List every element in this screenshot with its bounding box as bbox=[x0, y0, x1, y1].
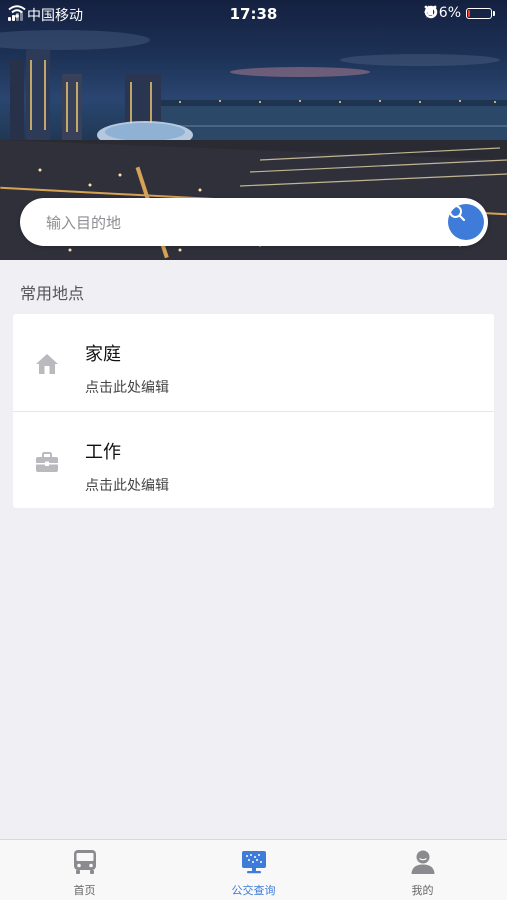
status-bar: 中国移动 17:38 6% bbox=[0, 0, 507, 28]
battery-level bbox=[468, 9, 470, 17]
place-name: 家庭 bbox=[85, 344, 121, 365]
tab-mine[interactable]: 我的 bbox=[338, 840, 507, 900]
tab-home[interactable]: 首页 bbox=[0, 840, 169, 900]
frequent-places-title: 常用地点 bbox=[20, 284, 85, 303]
home-icon bbox=[35, 352, 59, 376]
tab-label: 我的 bbox=[411, 884, 434, 897]
user-icon bbox=[410, 849, 436, 875]
place-item-home[interactable]: 家庭 点击此处编辑 bbox=[13, 314, 494, 411]
tab-label: 首页 bbox=[73, 884, 96, 897]
place-edit-hint: 点击此处编辑 bbox=[85, 478, 169, 494]
destination-search-bar bbox=[20, 198, 488, 248]
bus-icon bbox=[72, 849, 98, 875]
hero-banner: 中国移动 17:38 6% 输入目的地 bbox=[0, 0, 507, 260]
briefcase-icon bbox=[35, 450, 59, 474]
frequent-places-list: 家庭 点击此处编辑 工作 点击此处编辑 bbox=[13, 314, 494, 508]
battery-icon bbox=[466, 7, 495, 19]
tab-label: 公交查询 bbox=[231, 884, 276, 897]
tab-bus-query[interactable]: 公交查询 bbox=[169, 840, 338, 900]
battery-percent: 6% bbox=[438, 5, 461, 21]
place-item-work[interactable]: 工作 点击此处编辑 bbox=[13, 411, 494, 509]
status-right: 6% bbox=[423, 5, 497, 21]
destination-search-input[interactable] bbox=[44, 198, 428, 248]
bottom-tab-bar: 首页 公交查询 我的 bbox=[0, 839, 507, 900]
monitor-icon bbox=[241, 849, 267, 875]
place-edit-hint: 点击此处编辑 bbox=[85, 380, 169, 396]
place-name: 工作 bbox=[85, 442, 121, 463]
search-button[interactable] bbox=[448, 204, 484, 240]
